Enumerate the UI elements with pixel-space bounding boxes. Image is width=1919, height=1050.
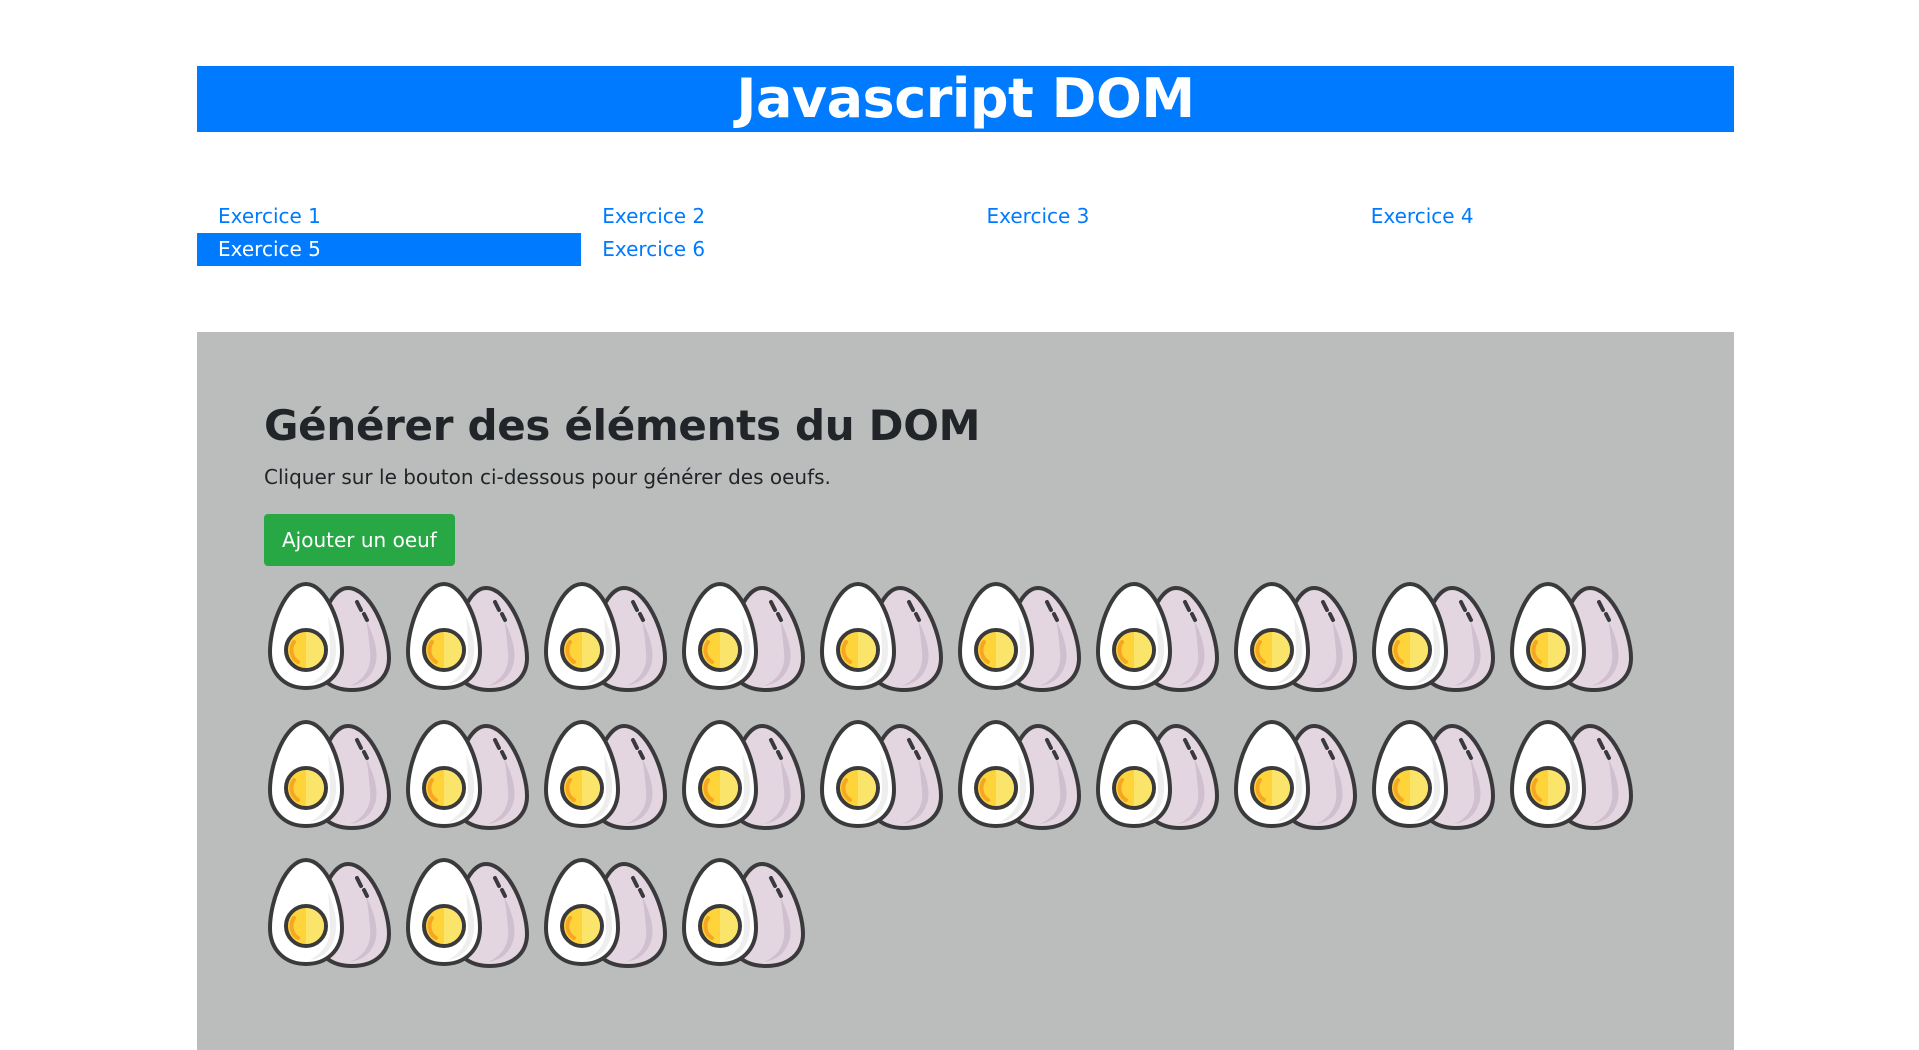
nav-item-exercice-3[interactable]: Exercice 3 — [966, 200, 1350, 233]
add-egg-button[interactable]: Ajouter un oeuf — [264, 514, 455, 566]
boiled-egg-icon — [1230, 718, 1358, 830]
boiled-egg-icon — [1230, 580, 1358, 692]
boiled-egg-icon — [816, 580, 944, 692]
boiled-egg-icon — [816, 718, 944, 830]
exercise-panel: Générer des éléments du DOM Cliquer sur … — [197, 332, 1734, 1050]
boiled-egg-icon — [678, 718, 806, 830]
boiled-egg-icon — [402, 718, 530, 830]
nav-item-exercice-2[interactable]: Exercice 2 — [581, 200, 965, 233]
page-title: Javascript DOM — [736, 67, 1195, 130]
boiled-egg-icon — [1368, 580, 1496, 692]
boiled-egg-icon — [402, 856, 530, 968]
boiled-egg-icon — [1092, 580, 1220, 692]
boiled-egg-icon — [264, 718, 392, 830]
boiled-egg-icon — [1092, 718, 1220, 830]
boiled-egg-icon — [1506, 580, 1634, 692]
boiled-egg-icon — [402, 580, 530, 692]
section-title: Générer des éléments du DOM — [264, 401, 981, 450]
boiled-egg-icon — [954, 718, 1082, 830]
boiled-egg-icon — [1506, 718, 1634, 830]
site-header: Javascript DOM — [197, 66, 1734, 132]
nav-item-exercice-1[interactable]: Exercice 1 — [197, 200, 581, 233]
boiled-egg-icon — [540, 580, 668, 692]
boiled-egg-icon — [954, 580, 1082, 692]
nav-item-exercice-4[interactable]: Exercice 4 — [1350, 200, 1734, 233]
exercise-nav: Exercice 1 Exercice 2 Exercice 3 Exercic… — [197, 200, 1734, 268]
boiled-egg-icon — [264, 580, 392, 692]
boiled-egg-icon — [1368, 718, 1496, 830]
boiled-egg-icon — [540, 718, 668, 830]
egg-list — [264, 580, 1664, 994]
boiled-egg-icon — [264, 856, 392, 968]
boiled-egg-icon — [678, 580, 806, 692]
boiled-egg-icon — [540, 856, 668, 968]
nav-item-exercice-5[interactable]: Exercice 5 — [197, 233, 582, 266]
section-description: Cliquer sur le bouton ci-dessous pour gé… — [264, 465, 831, 489]
boiled-egg-icon — [678, 856, 806, 968]
panel-content: Générer des éléments du DOM Cliquer sur … — [264, 398, 1664, 994]
nav-item-exercice-6[interactable]: Exercice 6 — [581, 233, 965, 266]
